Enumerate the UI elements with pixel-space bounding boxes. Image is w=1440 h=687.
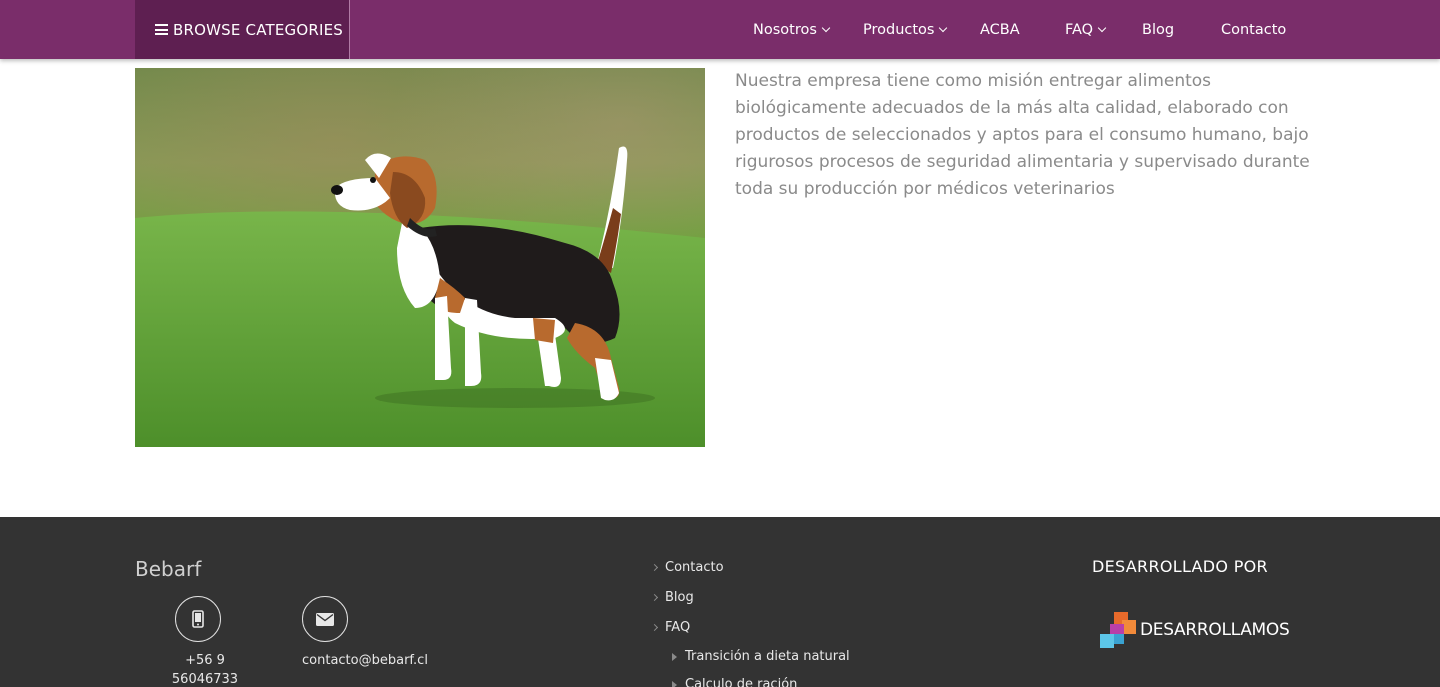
mission-text: Nuestra empresa tiene como misión entreg… [735,71,1310,199]
footer-link-faq[interactable]: FAQ [650,620,691,635]
phone-button[interactable] [175,596,221,642]
nav-item-productos[interactable]: Productos [863,0,948,59]
chevron-right-icon [650,563,659,572]
caret-right-icon [672,652,677,661]
nav-item-faq[interactable]: FAQ [1065,0,1107,59]
footer-link-label: Contacto [665,560,724,575]
browse-categories-button[interactable]: BROWSE CATEGORIES [135,0,350,59]
footer-link-blog[interactable]: Blog [650,590,694,605]
nav-item-nosotros[interactable]: Nosotros [753,0,831,59]
cubes-logo-icon [1100,612,1136,648]
caret-right-icon [672,680,677,687]
nav-label: Nosotros [753,21,817,38]
footer-sublink-calculo[interactable]: Calculo de ración [672,677,797,687]
footer-email[interactable]: contacto@bebarf.cl [302,651,428,670]
beagle-photo [135,68,705,447]
envelope-icon [316,612,334,626]
nav-label: Blog [1142,21,1175,38]
footer-link-contacto[interactable]: Contacto [650,560,724,575]
nav-label: FAQ [1065,21,1094,38]
chevron-down-icon [939,23,948,32]
nav-label: ACBA [980,21,1020,38]
nav-item-blog[interactable]: Blog [1142,0,1174,59]
email-button[interactable] [302,596,348,642]
chevron-down-icon [821,23,831,32]
chevron-down-icon [1097,23,1107,32]
phone-icon [192,610,204,628]
footer-sublink-transicion[interactable]: Transición a dieta natural [672,649,850,664]
nav-label: Contacto [1221,21,1287,38]
developer-logo[interactable]: DESARROLLAMOS [1100,610,1290,650]
footer-link-label: Blog [665,590,694,605]
browse-categories-label: BROWSE CATEGORIES [173,20,344,39]
footer-sublink-label: Calculo de ración [685,677,798,687]
nav-label: Productos [863,21,935,38]
top-navbar: BROWSE CATEGORIES Nosotros Productos ACB… [0,0,1440,59]
nav-item-acba[interactable]: ACBA [980,0,1020,59]
footer-phone[interactable]: +56 9 56046733 [165,651,245,687]
hamburger-icon [155,24,168,35]
footer-brand: Bebarf [135,557,202,581]
chevron-right-icon [650,623,659,632]
developed-by-heading: DESARROLLADO POR [1092,557,1268,576]
chevron-right-icon [650,593,659,602]
nav-item-contacto[interactable]: Contacto [1221,0,1286,59]
footer-sublink-label: Transición a dieta natural [685,649,850,664]
footer-link-label: FAQ [665,620,691,635]
developer-name: DESARROLLAMOS [1140,620,1290,640]
